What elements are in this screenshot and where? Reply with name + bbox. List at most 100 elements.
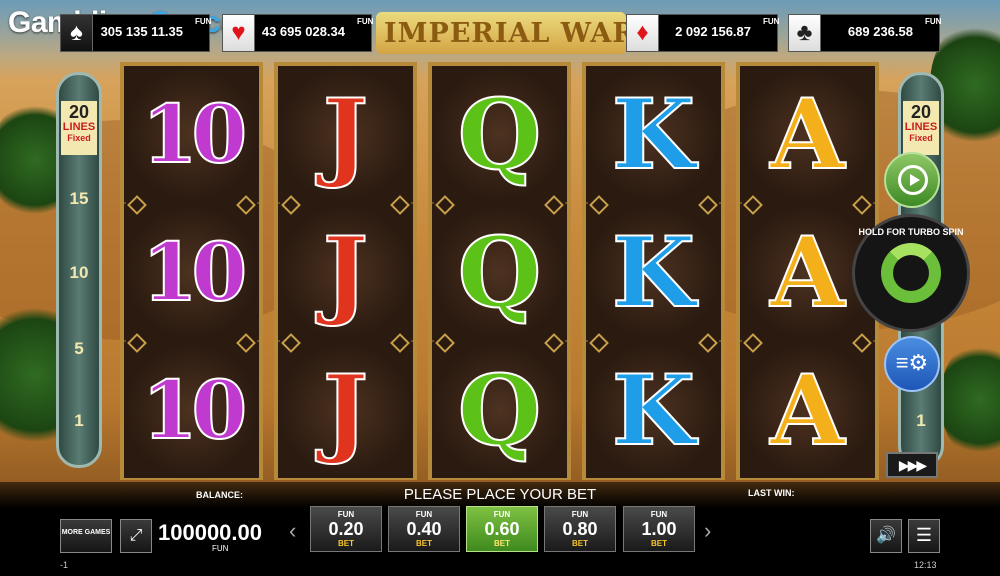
- club-icon: ♣: [789, 15, 821, 51]
- symbol-glyph: K: [611, 353, 696, 468]
- hamburger-menu-icon: ☰: [915, 525, 933, 545]
- symbol-glyph: 10: [141, 362, 248, 458]
- bet-prev-arrow[interactable]: ‹: [289, 518, 296, 544]
- reel-symbol: K: [586, 66, 721, 202]
- bet-label: BET: [572, 539, 588, 548]
- balance-label: BALANCE:: [196, 490, 243, 500]
- reel-2: JJJ: [274, 62, 417, 480]
- jackpot-bar: Gambling Space ♠ 305 135 11.35 FUN ♥ 43 …: [0, 0, 1000, 56]
- symbol-glyph: A: [769, 353, 845, 468]
- reel-symbol: Q: [432, 342, 567, 478]
- reel-symbol: J: [278, 204, 413, 340]
- status-message: PLEASE PLACE YOUR BET: [403, 486, 597, 503]
- symbol-glyph: J: [322, 77, 369, 192]
- reel-symbol: 10: [124, 66, 259, 202]
- spin-hint: HOLD FOR TURBO SPIN: [858, 227, 964, 237]
- bet-option[interactable]: FUN 0.60 BET: [466, 506, 538, 552]
- reel-symbol: J: [278, 342, 413, 478]
- reel-1: 10 10 10: [120, 62, 263, 480]
- bet-currency: FUN: [493, 510, 511, 519]
- status-left: -1: [60, 560, 69, 570]
- jackpot-currency: FUN: [357, 17, 374, 26]
- jackpot-hearts: ♥ 43 695 028.34 FUN: [222, 14, 374, 52]
- fullscreen-icon: ⤢: [129, 527, 143, 544]
- spin-button[interactable]: HOLD FOR TURBO SPIN: [852, 214, 970, 332]
- lines-indicator-left: 20 LINES Fixed 15 10 5 1: [56, 72, 102, 468]
- balance-value: 100000.00: [158, 520, 262, 545]
- symbol-glyph: Q: [457, 353, 543, 468]
- palm-tree: [940, 340, 1000, 460]
- symbol-glyph: 10: [141, 224, 248, 320]
- bet-value: 1.00: [641, 519, 677, 539]
- bet-value: 0.80: [562, 519, 598, 539]
- clock: 12:13: [914, 560, 937, 570]
- diamond-icon: ♦: [627, 15, 659, 51]
- jackpot-currency: FUN: [195, 17, 212, 26]
- reel-symbol: 10: [124, 342, 259, 478]
- symbol-glyph: K: [611, 215, 696, 330]
- bet-option[interactable]: FUN 1.00 BET: [623, 506, 695, 552]
- lines-count-box: 20 LINES Fixed: [903, 101, 939, 155]
- spin-arrows-icon: [881, 243, 941, 303]
- symbol-glyph: A: [769, 215, 845, 330]
- reel-symbol: K: [586, 204, 721, 340]
- bet-next-arrow[interactable]: ›: [704, 518, 711, 544]
- jackpot-value: 2 092 156.87: [675, 24, 751, 39]
- line-marker: 5: [74, 339, 84, 358]
- game-title: IMPERIAL WARS: [384, 18, 657, 49]
- bet-label: BET: [651, 539, 667, 548]
- bet-option[interactable]: FUN 0.40 BET: [388, 506, 460, 552]
- bet-option[interactable]: FUN 0.80 BET: [544, 506, 616, 552]
- reel-symbol: Q: [432, 66, 567, 202]
- bet-currency: FUN: [571, 510, 589, 519]
- jackpot-value: 305 135 11.35: [100, 24, 183, 39]
- symbol-glyph: Q: [457, 215, 543, 330]
- last-win-label: LAST WIN:: [748, 488, 795, 498]
- symbol-glyph: 10: [141, 86, 248, 182]
- jackpot-currency: FUN: [763, 17, 780, 26]
- lines-count-box: 20 LINES Fixed: [61, 101, 97, 155]
- bet-value: 0.60: [484, 519, 520, 539]
- line-marker: 15: [69, 189, 89, 208]
- bet-option[interactable]: FUN 0.20 BET: [310, 506, 382, 552]
- reel-4: KKK: [582, 62, 725, 480]
- bet-currency: FUN: [337, 510, 355, 519]
- fast-forward-icon: ▶▶▶: [898, 457, 927, 473]
- line-marker: 1: [916, 411, 926, 430]
- sound-button[interactable]: 🔊: [870, 519, 902, 553]
- balance-currency: FUN: [212, 544, 229, 553]
- reel-symbol: 10: [124, 204, 259, 340]
- more-games-button[interactable]: MORE GAMES: [60, 519, 112, 553]
- speaker-icon: 🔊: [876, 527, 896, 544]
- bet-currency: FUN: [415, 510, 433, 519]
- bet-value: 0.20: [328, 519, 364, 539]
- menu-button[interactable]: ☰: [908, 519, 940, 553]
- reel-symbol: A: [740, 342, 875, 478]
- reel-symbol: K: [586, 342, 721, 478]
- symbol-glyph: A: [769, 77, 845, 192]
- autoplay-button[interactable]: [884, 152, 940, 208]
- game-scene: Gambling Space ♠ 305 135 11.35 FUN ♥ 43 …: [0, 0, 1000, 576]
- jackpot-value: 43 695 028.34: [261, 24, 345, 39]
- bet-label: BET: [494, 539, 510, 548]
- jackpot-value: 689 236.58: [847, 24, 913, 39]
- reel-symbol: A: [740, 66, 875, 202]
- fullscreen-button[interactable]: ⤢: [120, 519, 152, 553]
- settings-button[interactable]: ≡⚙: [884, 336, 940, 392]
- jackpot-clubs: ♣ 689 236.58 FUN: [788, 14, 942, 52]
- symbol-glyph: K: [611, 77, 696, 192]
- jackpot-diamonds: ♦ 2 092 156.87 FUN: [626, 14, 780, 52]
- autoplay-icon: [898, 165, 928, 195]
- heart-icon: ♥: [223, 15, 255, 51]
- reel-3: QQQ: [428, 62, 571, 480]
- bet-currency: FUN: [650, 510, 668, 519]
- jackpot-spades: ♠ 305 135 11.35 FUN: [60, 14, 212, 52]
- symbol-glyph: Q: [457, 77, 543, 192]
- bet-label: BET: [338, 539, 354, 548]
- turbo-button[interactable]: ▶▶▶: [886, 452, 938, 478]
- symbol-glyph: J: [322, 215, 369, 330]
- jackpot-currency: FUN: [925, 17, 942, 26]
- line-marker: 1: [74, 411, 84, 430]
- settings-icon: ≡⚙: [895, 350, 929, 375]
- reel-symbol: J: [278, 66, 413, 202]
